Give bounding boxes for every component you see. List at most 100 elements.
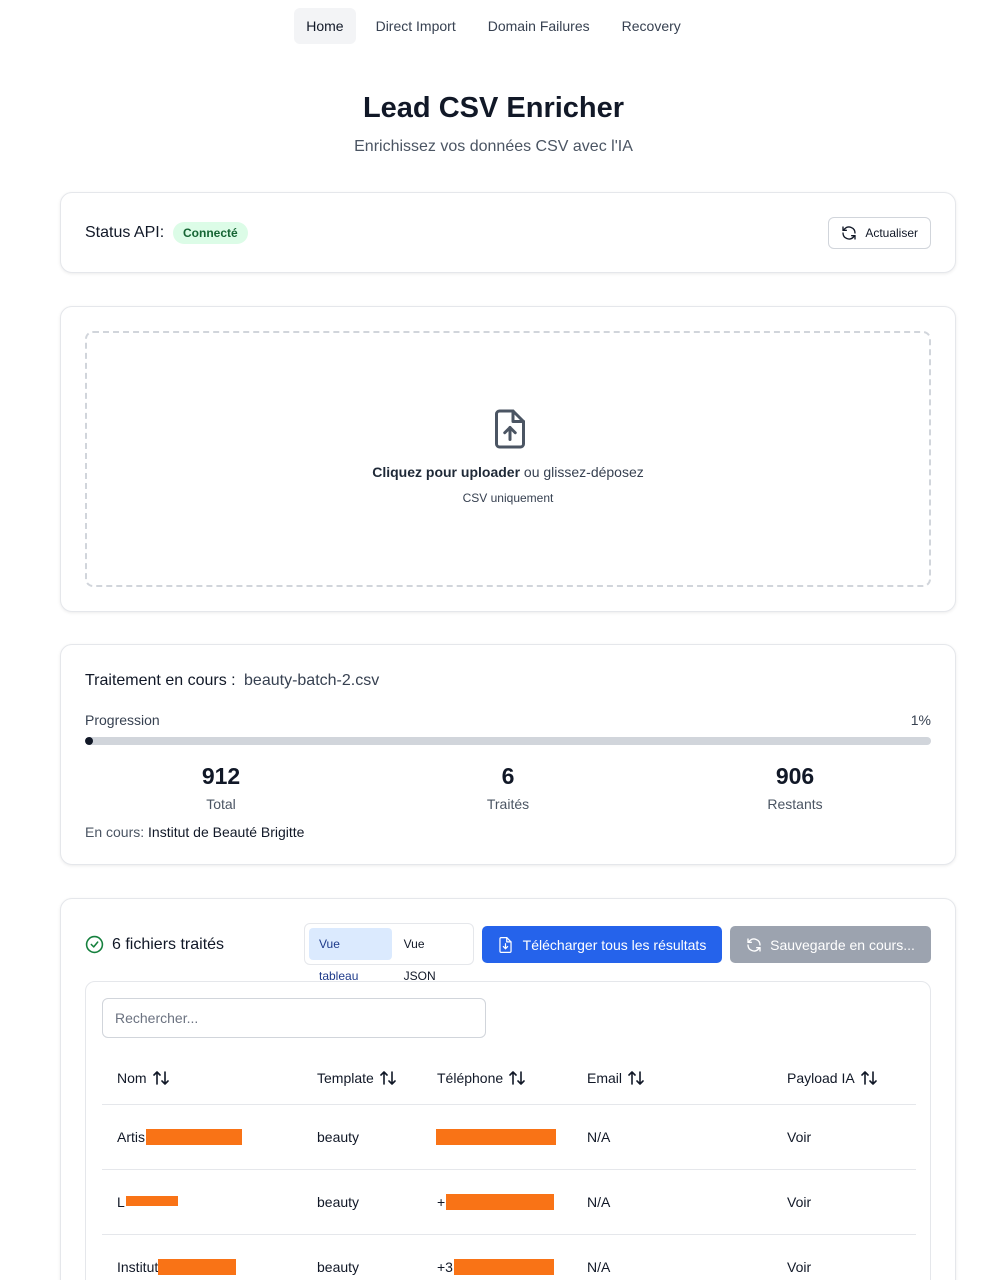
- upload-card: Cliquez pour uploader ou glissez-déposez…: [60, 306, 956, 612]
- current-item-value: Institut de Beauté Brigitte: [148, 824, 305, 840]
- column-header-telephone[interactable]: Téléphone: [422, 1054, 572, 1105]
- nav-home[interactable]: Home: [294, 8, 356, 44]
- cell-nom-text: L: [117, 1193, 125, 1210]
- stat-processed-value: 6: [501, 763, 515, 789]
- refresh-button-label: Actualiser: [865, 226, 918, 240]
- table-header-row: Nom Template Téléphone Email Payload IA: [102, 1054, 916, 1105]
- progress-label: Progression: [85, 712, 160, 728]
- cell-template: beauty: [302, 1104, 422, 1170]
- api-status-card: Status API: Connecté Actualiser: [60, 192, 956, 273]
- nav-direct-import[interactable]: Direct Import: [364, 8, 468, 44]
- search-input[interactable]: [102, 998, 486, 1038]
- redaction-mark: [446, 1193, 554, 1210]
- processing-card: Traitement en cours : beauty-batch-2.csv…: [60, 644, 956, 865]
- cell-nom: L: [102, 1169, 302, 1235]
- table-row: Artis beauty N/A Voir: [102, 1104, 916, 1170]
- cell-telephone-text: +: [437, 1193, 446, 1210]
- stat-processed-label: Traités: [486, 796, 530, 812]
- cell-email: N/A: [572, 1169, 772, 1235]
- cell-telephone: +3: [422, 1234, 572, 1280]
- progress-bar: [85, 737, 931, 745]
- upload-instructions: Cliquez pour uploader ou glissez-déposez: [87, 464, 929, 480]
- upload-cta[interactable]: Cliquez pour uploader: [372, 464, 520, 480]
- table-row: L beauty + N/A Voir: [102, 1169, 916, 1235]
- column-header-nom-label: Nom: [117, 1069, 147, 1086]
- results-table: Nom Template Téléphone Email Payload IA …: [102, 1054, 916, 1280]
- download-all-button[interactable]: Télécharger tous les résultats: [482, 926, 722, 963]
- cell-telephone-text: +3: [437, 1258, 453, 1275]
- cell-telephone: [422, 1104, 572, 1170]
- page-title: Lead CSV Enricher: [362, 92, 625, 124]
- refresh-button[interactable]: Actualiser: [828, 217, 931, 249]
- sort-icon: [152, 1070, 169, 1088]
- cell-nom-text: Artis: [117, 1128, 145, 1145]
- status-badge: Connecté: [173, 222, 248, 244]
- sort-icon: [860, 1070, 877, 1088]
- column-header-payload[interactable]: Payload IA: [772, 1054, 916, 1105]
- cell-email: N/A: [572, 1234, 772, 1280]
- column-header-email[interactable]: Email: [572, 1054, 772, 1105]
- cell-payload-link[interactable]: Voir: [772, 1169, 916, 1235]
- cell-payload-link[interactable]: Voir: [772, 1234, 916, 1280]
- nav-domain-failures[interactable]: Domain Failures: [476, 8, 602, 44]
- redaction-mark: [454, 1258, 554, 1275]
- column-header-template[interactable]: Template: [302, 1054, 422, 1105]
- view-toggle: Vue tableau Vue JSON: [304, 923, 474, 983]
- processing-title: Traitement en cours : beauty-batch-2.csv: [85, 672, 379, 690]
- view-json-button[interactable]: Vue JSON: [394, 928, 469, 983]
- progress-percent: 1%: [910, 712, 931, 728]
- redaction-mark: [436, 1128, 556, 1145]
- processing-label: Traitement en cours :: [85, 672, 236, 689]
- file-upload-icon: [495, 409, 525, 449]
- column-header-nom[interactable]: Nom: [102, 1054, 302, 1105]
- column-header-telephone-label: Téléphone: [437, 1069, 504, 1086]
- saving-button[interactable]: Sauvegarde en cours...: [730, 926, 931, 963]
- stat-total-value: 912: [201, 763, 241, 789]
- view-table-button[interactable]: Vue tableau: [309, 928, 392, 983]
- progress-fill: [85, 737, 94, 745]
- stat-remaining: 906 Restants: [695, 763, 895, 812]
- csv-dropzone[interactable]: Cliquez pour uploader ou glissez-déposez…: [85, 331, 931, 587]
- column-header-email-label: Email: [587, 1069, 623, 1086]
- sort-icon: [380, 1070, 396, 1088]
- file-download-icon: [499, 936, 512, 953]
- upload-cta-rest: ou glissez-déposez: [520, 464, 644, 480]
- refresh-icon: [842, 226, 856, 240]
- check-circle-icon: [85, 935, 104, 954]
- stat-processed: 6 Traités: [408, 763, 608, 812]
- cell-email: N/A: [572, 1104, 772, 1170]
- cell-template: beauty: [302, 1234, 422, 1280]
- upload-hint: CSV uniquement: [462, 491, 554, 505]
- top-nav: Home Direct Import Domain Failures Recov…: [0, 8, 987, 44]
- cell-nom: Artis: [102, 1104, 302, 1170]
- current-item: En cours: Institut de Beauté Brigitte: [85, 824, 304, 840]
- processing-filename: beauty-batch-2.csv: [244, 672, 380, 689]
- download-all-label: Télécharger tous les résultats: [522, 936, 707, 953]
- saving-label: Sauvegarde en cours...: [770, 936, 915, 953]
- cell-nom-text: Institut: [117, 1258, 159, 1275]
- cell-template: beauty: [302, 1169, 422, 1235]
- cell-nom: Institut: [102, 1234, 302, 1280]
- sort-icon: [628, 1070, 644, 1088]
- page-subtitle: Enrichissez vos données CSV avec l'IA: [354, 138, 633, 155]
- nav-recovery[interactable]: Recovery: [610, 8, 693, 44]
- redaction-mark: [126, 1195, 178, 1206]
- stat-total-label: Total: [206, 796, 236, 812]
- column-header-template-label: Template: [317, 1069, 374, 1086]
- current-item-label: En cours:: [85, 824, 145, 840]
- results-count: 6 fichiers traités: [85, 935, 224, 954]
- results-count-label: 6 fichiers traités: [112, 935, 225, 953]
- results-table-container: Nom Template Téléphone Email Payload IA …: [85, 981, 931, 1280]
- cell-telephone: +: [422, 1169, 572, 1235]
- redaction-mark: [158, 1258, 236, 1275]
- stat-total: 912 Total: [121, 763, 321, 812]
- results-card: 6 fichiers traités Vue tableau Vue JSON …: [60, 898, 956, 1280]
- sort-icon: [509, 1070, 525, 1088]
- redaction-mark: [146, 1128, 242, 1145]
- stat-remaining-value: 906: [775, 763, 815, 789]
- cell-payload-link[interactable]: Voir: [772, 1104, 916, 1170]
- column-header-payload-label: Payload IA: [787, 1069, 855, 1086]
- table-row: Institut beauty +3 N/A Voir: [102, 1234, 916, 1280]
- stat-remaining-label: Restants: [767, 796, 823, 812]
- api-status-label: Status API:: [85, 224, 165, 241]
